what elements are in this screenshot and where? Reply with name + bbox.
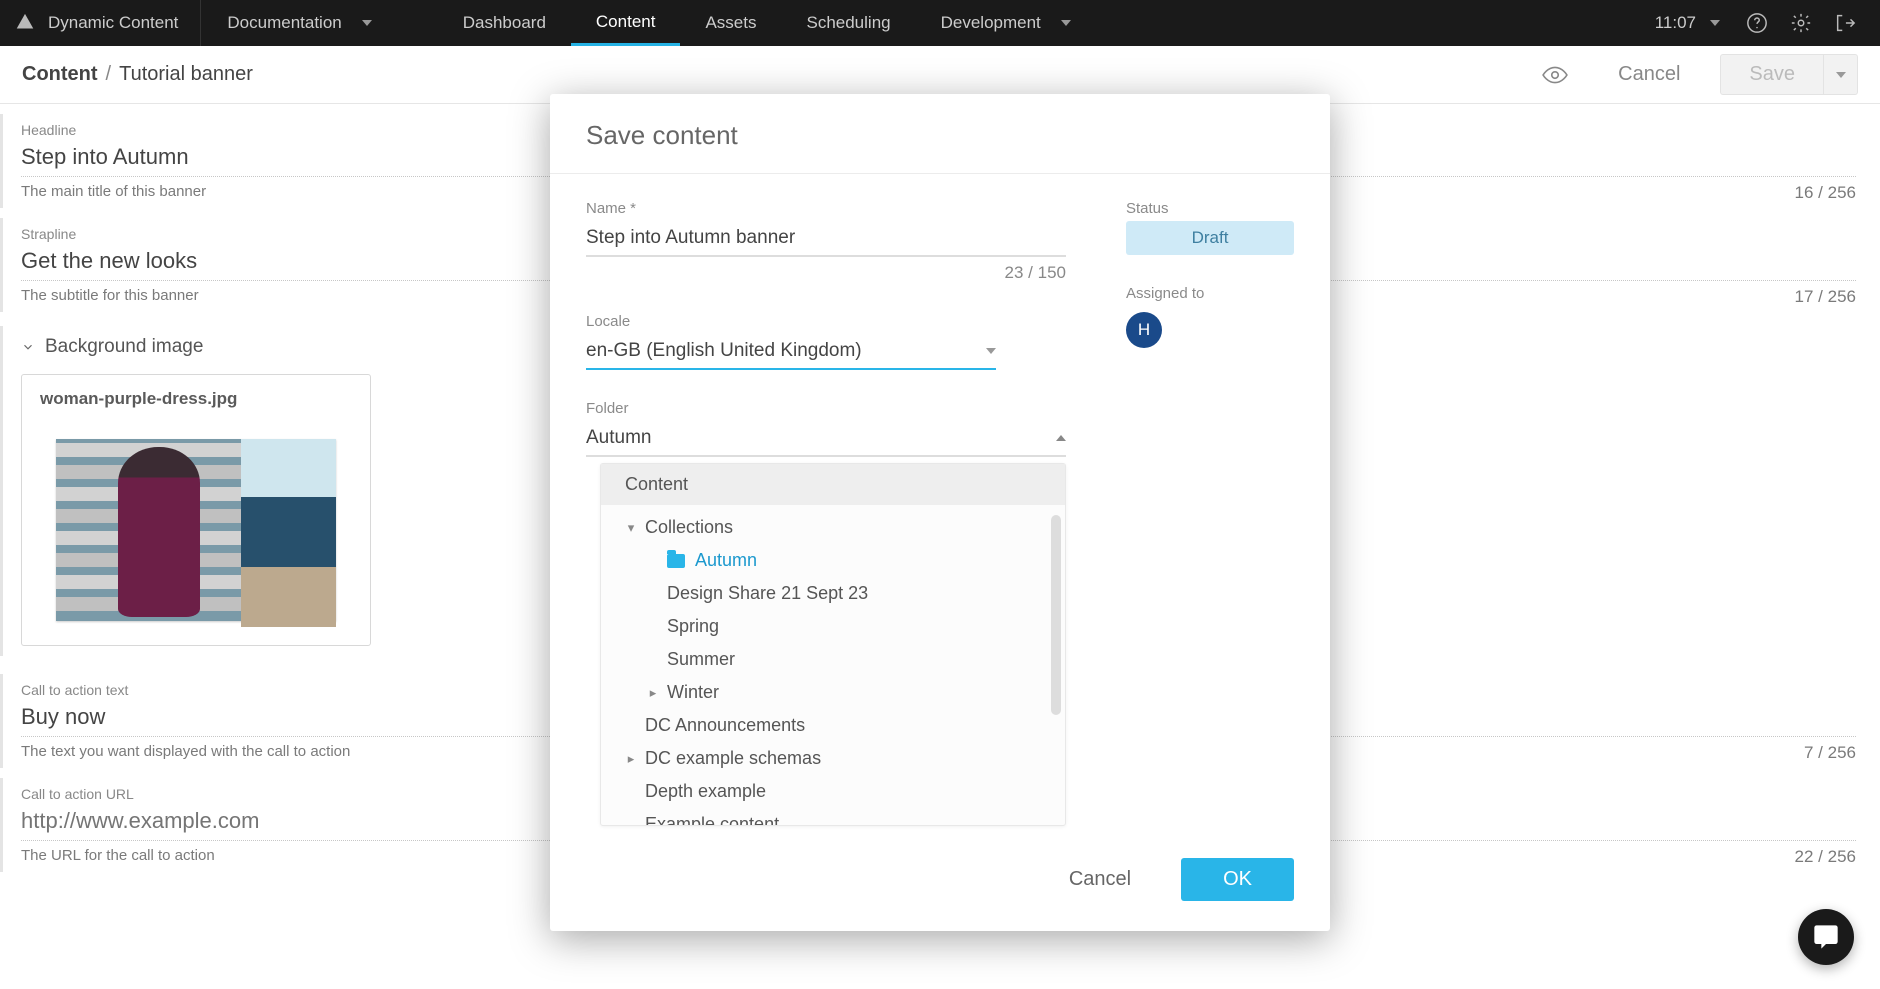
modal-overlay: Save content Name * 23 / 150 Locale en-G… (0, 0, 1880, 989)
status-field: Status Draft (1126, 200, 1294, 255)
chevron-up-icon (1056, 435, 1066, 441)
locale-label: Locale (586, 313, 1066, 330)
locale-select[interactable]: en-GB (English United Kingdom) (586, 334, 996, 370)
tree-label: Summer (667, 649, 735, 670)
dialog-ok-button[interactable]: OK (1181, 858, 1294, 901)
name-counter: 23 / 150 (586, 263, 1066, 283)
tree-label: Example content (645, 814, 779, 825)
name-input[interactable] (586, 221, 1066, 257)
chevron-right-icon: ▸ (625, 751, 637, 767)
name-label: Name * (586, 200, 1066, 217)
chevron-right-icon: ▸ (647, 685, 659, 701)
tree-label: Design Share 21 Sept 23 (667, 583, 868, 604)
tree-label: Winter (667, 682, 719, 703)
folder-tree-dropdown: Content ▾ Collections Autumn Design Share… (600, 463, 1066, 826)
tree-label: Depth example (645, 781, 766, 802)
tree-node-summer[interactable]: Summer (601, 643, 1065, 676)
tree-label: Spring (667, 616, 719, 637)
status-label: Status (1126, 200, 1294, 217)
name-field: Name * 23 / 150 (586, 200, 1066, 283)
tree-node-depth-example[interactable]: Depth example (601, 775, 1065, 808)
tree-node-collections[interactable]: ▾ Collections (601, 511, 1065, 544)
chat-icon (1812, 923, 1840, 951)
tree-node-winter[interactable]: ▸ Winter (601, 676, 1065, 709)
folder-icon (667, 554, 685, 568)
tree-node-dc-announcements[interactable]: DC Announcements (601, 709, 1065, 742)
dialog-footer: Cancel OK (550, 836, 1330, 931)
save-content-dialog: Save content Name * 23 / 150 Locale en-G… (550, 94, 1330, 931)
locale-field: Locale en-GB (English United Kingdom) (586, 313, 1066, 370)
tree-node-spring[interactable]: Spring (601, 610, 1065, 643)
dialog-title: Save content (550, 94, 1330, 174)
tree-label: Autumn (695, 550, 757, 571)
tree-node-dc-schemas[interactable]: ▸ DC example schemas (601, 742, 1065, 775)
assigned-avatar[interactable]: H (1126, 312, 1162, 348)
scrollbar[interactable] (1051, 515, 1061, 715)
tree-label: DC example schemas (645, 748, 821, 769)
tree-label: DC Announcements (645, 715, 805, 736)
assigned-field: Assigned to H (1126, 285, 1294, 348)
folder-field: Folder Autumn (586, 400, 1066, 457)
tree-node-design-share[interactable]: Design Share 21 Sept 23 (601, 577, 1065, 610)
assigned-label: Assigned to (1126, 285, 1294, 302)
dialog-cancel-button[interactable]: Cancel (1043, 858, 1157, 901)
tree-label: Collections (645, 517, 733, 538)
chevron-down-icon (986, 348, 996, 354)
locale-value: en-GB (English United Kingdom) (586, 340, 862, 362)
chevron-down-icon: ▾ (625, 520, 637, 536)
tree-node-autumn[interactable]: Autumn (601, 544, 1065, 577)
tree-node-example-content[interactable]: Example content (601, 808, 1065, 825)
chat-launcher[interactable] (1798, 909, 1854, 965)
folder-tree-header[interactable]: Content (601, 464, 1065, 505)
status-value: Draft (1126, 221, 1294, 255)
folder-label: Folder (586, 400, 1066, 417)
folder-value: Autumn (586, 427, 651, 449)
folder-select[interactable]: Autumn (586, 421, 1066, 457)
